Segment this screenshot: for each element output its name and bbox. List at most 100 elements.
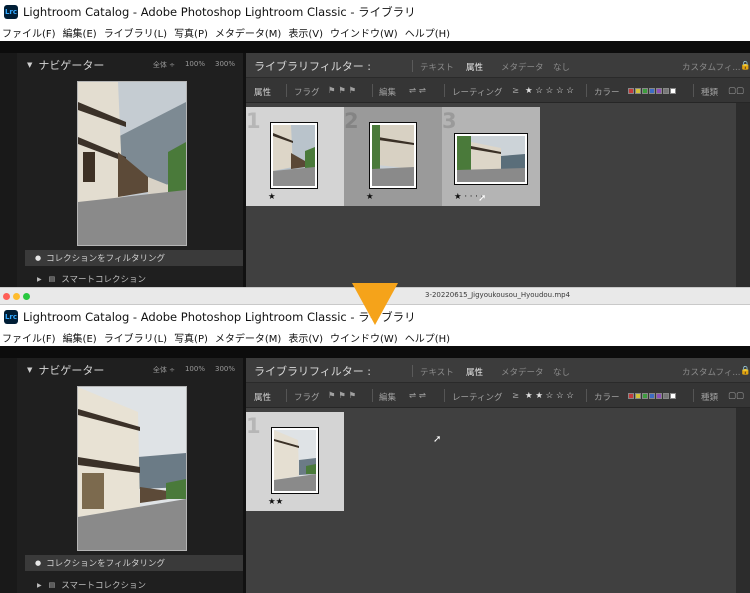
- street-photo: [78, 82, 186, 245]
- menu-file[interactable]: ファイル(F): [2, 330, 56, 345]
- zoom-100[interactable]: 100%: [185, 365, 205, 375]
- down-arrow-icon: [352, 283, 398, 325]
- flag-icons[interactable]: ⚑ ⚑ ⚑: [328, 391, 356, 401]
- menu-metadata[interactable]: メタデータ(M): [215, 330, 281, 345]
- flag-icons[interactable]: ⚑ ⚑ ⚑: [328, 86, 356, 96]
- separator: [372, 84, 373, 97]
- tab-text[interactable]: テキスト: [420, 366, 454, 378]
- menu-photo[interactable]: 写真(P): [174, 25, 208, 40]
- zoom-100[interactable]: 100%: [185, 60, 205, 70]
- library-filter-label: ライブラリフィルター :: [254, 60, 371, 73]
- close-icon[interactable]: [3, 293, 10, 300]
- smart-collection-icon: ▤: [48, 275, 56, 283]
- photo-thumbnail[interactable]: [454, 133, 528, 185]
- custom-filter-dropdown[interactable]: カスタムフィ...: [682, 61, 740, 73]
- color-label-swatches[interactable]: [628, 392, 677, 402]
- menu-library[interactable]: ライブラリ(L): [104, 330, 167, 345]
- menu-library[interactable]: ライブラリ(L): [104, 25, 167, 40]
- smart-collection-label: スマートコレクション: [61, 275, 146, 285]
- rating-operator[interactable]: ≥: [512, 391, 519, 401]
- bottom-screenshot: Lrc Lightroom Catalog - Adobe Photoshop …: [0, 305, 750, 593]
- left-edge-strip[interactable]: [0, 358, 17, 593]
- collapse-triangle-icon[interactable]: ▼: [27, 366, 32, 374]
- rating-stars[interactable]: ★ ☆ ☆ ☆ ☆: [525, 86, 574, 96]
- grid-scrollbar[interactable]: [736, 408, 750, 593]
- menu-window[interactable]: ウインドウ(W): [330, 330, 398, 345]
- kind-icons[interactable]: ▢▢: [728, 86, 744, 96]
- collection-filter-row[interactable]: ● コレクションをフィルタリング: [25, 250, 243, 266]
- expand-triangle-icon[interactable]: ▶: [37, 582, 42, 589]
- separator: [412, 365, 413, 377]
- top-panel-strip: [0, 41, 750, 53]
- kind-icons[interactable]: ▢▢: [728, 391, 744, 401]
- lock-icon[interactable]: 🔒: [740, 366, 750, 376]
- navigator-preview-image[interactable]: [77, 81, 187, 246]
- top-panel-strip: [0, 346, 750, 358]
- collection-filter-row[interactable]: ● コレクションをフィルタリング: [25, 555, 243, 571]
- lock-icon[interactable]: 🔒: [740, 61, 750, 71]
- collapse-triangle-icon[interactable]: ▼: [27, 61, 32, 69]
- menu-help[interactable]: ヘルプ(H): [405, 330, 450, 345]
- rating-operator[interactable]: ≥: [512, 86, 519, 96]
- edit-state-icons[interactable]: ⇌ ⇌: [409, 391, 426, 401]
- menu-edit[interactable]: 編集(E): [63, 25, 97, 40]
- left-edge-strip[interactable]: [0, 53, 17, 287]
- separator: [444, 84, 445, 97]
- grid-cell[interactable]: 3 ★ · · · · ➚: [442, 107, 540, 206]
- grid-cell[interactable]: 2 ★: [344, 107, 442, 206]
- smart-collection-label: スマートコレクション: [61, 581, 146, 591]
- tab-metadata[interactable]: メタデータ: [501, 366, 544, 378]
- grid-cell[interactable]: 1 ★: [246, 107, 344, 206]
- smart-collection-row[interactable]: ▶ ▤ スマートコレクション: [25, 578, 243, 592]
- edit-label: 編集: [379, 393, 397, 403]
- rating-stars[interactable]: ★ ★ ☆ ☆ ☆: [525, 391, 574, 401]
- attribute-bar: 属性 フラグ ⚑ ⚑ ⚑ 編集 ⇌ ⇌ レーティング ≥ ★ ☆ ☆ ☆ ☆ カ…: [246, 78, 750, 103]
- thumbnail-image: [372, 125, 414, 186]
- top-screenshot: Lrc Lightroom Catalog - Adobe Photoshop …: [0, 0, 750, 287]
- grid-cell[interactable]: 1 ★★: [246, 412, 344, 511]
- menu-window[interactable]: ウインドウ(W): [330, 25, 398, 40]
- grid-scrollbar[interactable]: [736, 103, 750, 287]
- tab-none[interactable]: なし: [553, 366, 570, 378]
- library-filter-label: ライブラリフィルター :: [254, 365, 371, 378]
- rating-stars: ★: [268, 192, 276, 202]
- menu-view[interactable]: 表示(V): [288, 330, 323, 345]
- tab-attribute[interactable]: 属性: [466, 61, 483, 73]
- menu-view[interactable]: 表示(V): [288, 25, 323, 40]
- left-panel: ▼ ナビゲーター 全体 ÷ 100% 300% ● コレクションをフィルタリング…: [17, 358, 243, 593]
- zoom-300[interactable]: 300%: [215, 60, 235, 70]
- photo-thumbnail[interactable]: [271, 427, 319, 494]
- thumbnail-image: [457, 136, 525, 182]
- color-label: カラー: [594, 88, 620, 98]
- rating-label: レーティング: [452, 393, 503, 403]
- smart-collection-row[interactable]: ▶ ▤ スマートコレクション: [25, 272, 243, 286]
- photo-thumbnail[interactable]: [369, 122, 417, 189]
- zoom-300[interactable]: 300%: [215, 365, 235, 375]
- menu-bar: ファイル(F) 編集(E) ライブラリ(L) 写真(P) メタデータ(M) 表示…: [0, 328, 750, 346]
- menu-help[interactable]: ヘルプ(H): [405, 25, 450, 40]
- minimize-icon[interactable]: [13, 293, 20, 300]
- tab-metadata[interactable]: メタデータ: [501, 61, 544, 73]
- custom-filter-dropdown[interactable]: カスタムフィ...: [682, 366, 740, 378]
- tab-none[interactable]: なし: [553, 61, 570, 73]
- zoom-fit[interactable]: 全体 ÷: [153, 60, 175, 70]
- menu-edit[interactable]: 編集(E): [63, 330, 97, 345]
- zoom-fit[interactable]: 全体 ÷: [153, 365, 175, 375]
- rating-label: レーティング: [452, 88, 503, 98]
- filter-collection-label: コレクションをフィルタリング: [46, 254, 165, 264]
- tab-attribute[interactable]: 属性: [466, 366, 483, 378]
- expand-triangle-icon[interactable]: ▶: [37, 276, 42, 283]
- menu-metadata[interactable]: メタデータ(M): [215, 25, 281, 40]
- separator: [586, 84, 587, 97]
- photo-thumbnail[interactable]: [270, 122, 318, 189]
- tab-text[interactable]: テキスト: [420, 61, 454, 73]
- zoom-icon[interactable]: [23, 293, 30, 300]
- navigator-preview-image[interactable]: [77, 386, 187, 551]
- edit-state-icons[interactable]: ⇌ ⇌: [409, 86, 426, 96]
- menu-photo[interactable]: 写真(P): [174, 330, 208, 345]
- color-label-swatches[interactable]: [628, 87, 677, 97]
- cell-index: 2: [344, 109, 359, 133]
- menu-file[interactable]: ファイル(F): [2, 25, 56, 40]
- cell-index: 3: [442, 109, 457, 133]
- separator: [693, 84, 694, 97]
